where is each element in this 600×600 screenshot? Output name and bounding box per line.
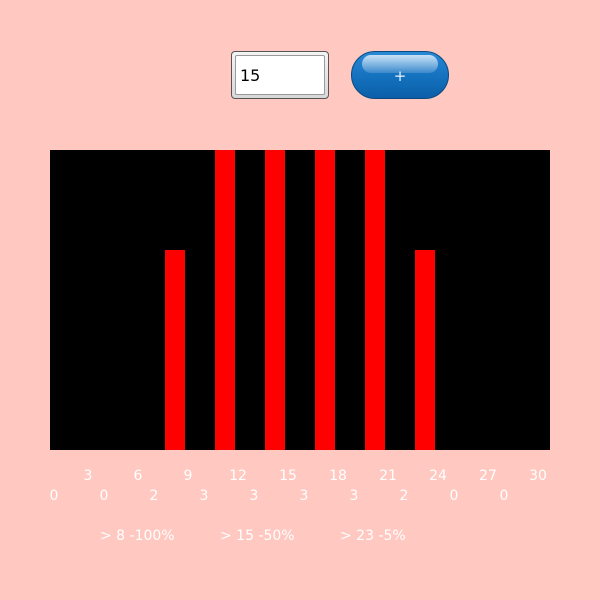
bin-count-label: 3 [249, 488, 259, 504]
number-input-frame [231, 51, 329, 99]
x-tick-label: 12 [229, 468, 247, 484]
bin-count-label: 0 [449, 488, 459, 504]
bar-5 [415, 250, 435, 450]
x-tick-label: 9 [183, 468, 193, 484]
x-tick-label: 18 [329, 468, 347, 484]
bin-count-label: 2 [399, 488, 409, 504]
x-tick-label: 30 [529, 468, 547, 484]
x-tick-label: 3 [83, 468, 93, 484]
x-tick-label: 6 [133, 468, 143, 484]
bin-count-label: 0 [99, 488, 109, 504]
add-button-label: + [393, 67, 407, 85]
bin-count-label: 0 [499, 488, 509, 504]
bin-count-label: 3 [199, 488, 209, 504]
bar-4 [365, 150, 385, 450]
bar-0 [165, 250, 185, 450]
threshold-label-8: > 8 -100% [100, 528, 175, 544]
bin-count-label: 3 [349, 488, 359, 504]
x-tick-label: 24 [429, 468, 447, 484]
x-tick-label: 27 [479, 468, 497, 484]
add-button[interactable]: + [351, 51, 449, 99]
threshold-label-23: > 23 -5% [340, 528, 406, 544]
threshold-label-15: > 15 -50% [220, 528, 295, 544]
bar-1 [215, 150, 235, 450]
x-tick-label: 21 [379, 468, 397, 484]
bin-count-label: 2 [149, 488, 159, 504]
bar-3 [315, 150, 335, 450]
number-input[interactable] [235, 55, 325, 95]
bar-2 [265, 150, 285, 450]
bar-chart [50, 150, 550, 450]
x-tick-label: 15 [279, 468, 297, 484]
bin-count-label: 0 [49, 488, 59, 504]
bin-count-label: 3 [299, 488, 309, 504]
